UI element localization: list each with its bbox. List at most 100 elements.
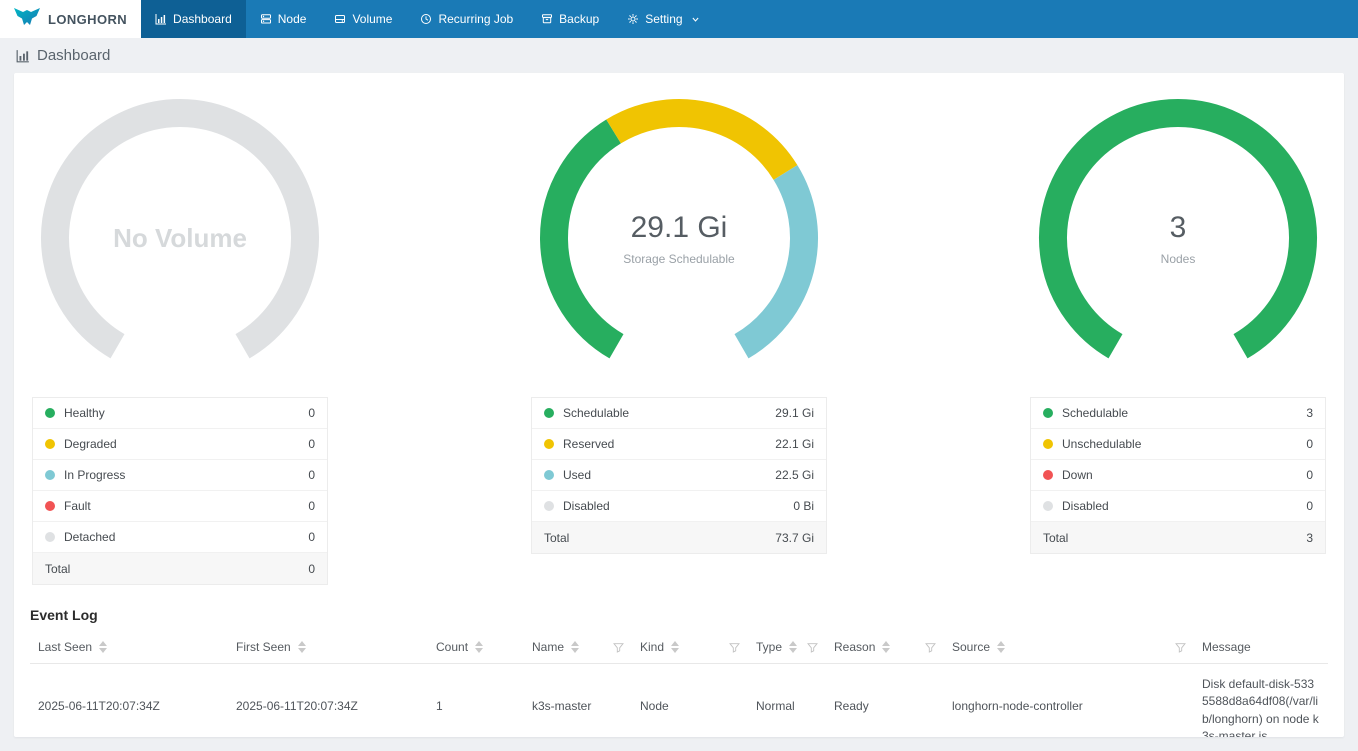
- legend-label: Schedulable: [1062, 406, 1129, 420]
- cell-message: Disk default-disk-5335588d8a64df08(/var/…: [1194, 663, 1328, 737]
- legend-value: 0 Bi: [793, 499, 814, 513]
- volume-gauge-value: No Volume: [113, 222, 247, 253]
- cell-reason: Ready: [826, 663, 944, 737]
- column-header-reason[interactable]: Reason: [826, 631, 944, 664]
- sort-icon[interactable]: [789, 641, 798, 653]
- event-log-section: Event Log Last Seen First Seen Count Name Ki…: [30, 607, 1328, 737]
- legend-row-used: Used 22.5 Gi: [532, 460, 826, 491]
- column-header-name[interactable]: Name: [524, 631, 632, 664]
- column-label: Message: [1202, 640, 1251, 654]
- legend-label: Total: [544, 530, 570, 545]
- legend-value: 22.5 Gi: [775, 468, 814, 482]
- sort-icon[interactable]: [671, 641, 680, 653]
- legend-value: 3: [1306, 530, 1313, 545]
- legend-value: 0: [1306, 499, 1313, 513]
- nodes-gauge-subtitle: Nodes: [1160, 251, 1196, 266]
- legend-row-disabled: Disabled 0: [1031, 491, 1325, 522]
- column-header-first-seen[interactable]: First Seen: [228, 631, 428, 664]
- chevron-down-icon: [689, 15, 700, 24]
- column-header-source[interactable]: Source: [944, 631, 1194, 664]
- nav-item-node[interactable]: Node: [246, 0, 321, 38]
- column-label: Kind: [640, 640, 665, 654]
- legend-label: Detached: [64, 530, 116, 544]
- column-label: First Seen: [236, 640, 291, 654]
- legend-label: Unschedulable: [1062, 437, 1142, 451]
- nav-item-recurring-job[interactable]: Recurring Job: [406, 0, 527, 38]
- legend-value: 29.1 Gi: [775, 406, 814, 420]
- nav-item-volume[interactable]: Volume: [320, 0, 406, 38]
- cell-type: Normal: [748, 663, 826, 737]
- storage-gauge: 29.1 Gi Storage Schedulable: [534, 93, 824, 383]
- sort-icon[interactable]: [997, 641, 1006, 653]
- column-label: Name: [532, 640, 565, 654]
- legend-color-dot: [1043, 470, 1053, 480]
- legend-label: Degraded: [64, 437, 117, 451]
- nav-item-backup[interactable]: Backup: [527, 0, 613, 38]
- sort-icon[interactable]: [882, 641, 891, 653]
- nav-item-setting[interactable]: Setting: [613, 0, 713, 38]
- setting-icon: [627, 13, 639, 25]
- legend-value: 0: [308, 499, 315, 513]
- legend-row-degraded: Degraded 0: [33, 429, 327, 460]
- filter-icon[interactable]: [607, 642, 624, 653]
- filter-icon[interactable]: [919, 642, 936, 653]
- filter-icon[interactable]: [1169, 642, 1186, 653]
- cell-last-seen: 2025-06-11T20:07:34Z: [30, 663, 228, 737]
- column-label: Source: [952, 640, 991, 654]
- sort-icon[interactable]: [297, 641, 306, 653]
- legend-value: 22.1 Gi: [775, 437, 814, 451]
- legend-color-dot: [544, 439, 554, 449]
- legend-color-dot: [1043, 501, 1053, 511]
- legend-color-dot: [45, 532, 55, 542]
- dashboard-icon: [16, 49, 30, 63]
- column-header-kind[interactable]: Kind: [632, 631, 748, 664]
- legend-row-detached: Detached 0: [33, 522, 327, 553]
- storage-legend: Schedulable 29.1 Gi Reserved 22.1 Gi Used 22.…: [531, 397, 827, 554]
- column-label: Type: [756, 640, 783, 654]
- column-header-message[interactable]: Message: [1194, 631, 1328, 664]
- legend-value: 0: [308, 406, 315, 420]
- legend-value: 3: [1306, 406, 1313, 420]
- legend-label: Reserved: [563, 437, 615, 451]
- legend-label: Fault: [64, 499, 91, 513]
- legend-color-dot: [45, 501, 55, 511]
- legend-row-schedulable: Schedulable 29.1 Gi: [532, 398, 826, 429]
- breadcrumb: Dashboard: [0, 38, 1358, 73]
- column-header-last-seen[interactable]: Last Seen: [30, 631, 228, 664]
- nav-menu: Dashboard Node Volume Recurring Job Backup Se…: [141, 0, 714, 38]
- storage-gauge-subtitle: Storage Schedulable: [623, 251, 735, 266]
- column-label: Count: [436, 640, 469, 654]
- filter-icon[interactable]: [801, 642, 818, 653]
- legend-label: Schedulable: [563, 406, 630, 420]
- legend-row-fault: Fault 0: [33, 491, 327, 522]
- legend-value: 0: [308, 530, 315, 544]
- column-header-count[interactable]: Count: [428, 631, 524, 664]
- legend-row-disabled: Disabled 0 Bi: [532, 491, 826, 522]
- dashboard-icon: [155, 13, 167, 25]
- legend-row-unschedulable: Unschedulable 0: [1031, 429, 1325, 460]
- brand[interactable]: LONGHORN: [0, 0, 142, 38]
- legend-row-total: Total 73.7 Gi: [532, 522, 826, 553]
- legend-label: Healthy: [64, 406, 105, 420]
- nav-item-dashboard[interactable]: Dashboard: [141, 0, 246, 38]
- legend-label: Total: [45, 561, 71, 576]
- legend-label: In Progress: [64, 468, 126, 482]
- sort-icon[interactable]: [99, 641, 108, 653]
- storage-panel: 29.1 Gi Storage Schedulable Schedulable 29.…: [529, 93, 829, 585]
- sort-icon[interactable]: [571, 641, 580, 653]
- backup-icon: [541, 13, 553, 25]
- volume-panel: No Volume Healthy 0 Degraded 0 In Progress 0 Fa…: [30, 93, 330, 585]
- sort-icon[interactable]: [475, 641, 484, 653]
- legend-label: Disabled: [563, 499, 610, 513]
- legend-label: Down: [1062, 468, 1093, 482]
- event-message: Disk default-disk-5335588d8a64df08(/var/…: [1202, 677, 1319, 737]
- column-header-type[interactable]: Type: [748, 631, 826, 664]
- legend-value: 0: [308, 437, 315, 451]
- filter-icon[interactable]: [723, 642, 740, 653]
- legend-row-total: Total 3: [1031, 522, 1325, 553]
- cell-source: longhorn-node-controller: [944, 663, 1194, 737]
- table-row: 2025-06-11T20:07:34Z 2025-06-11T20:07:34Z…: [30, 663, 1328, 737]
- legend-row-reserved: Reserved 22.1 Gi: [532, 429, 826, 460]
- legend-value: 0: [1306, 437, 1313, 451]
- nav-item-label: Node: [277, 12, 307, 26]
